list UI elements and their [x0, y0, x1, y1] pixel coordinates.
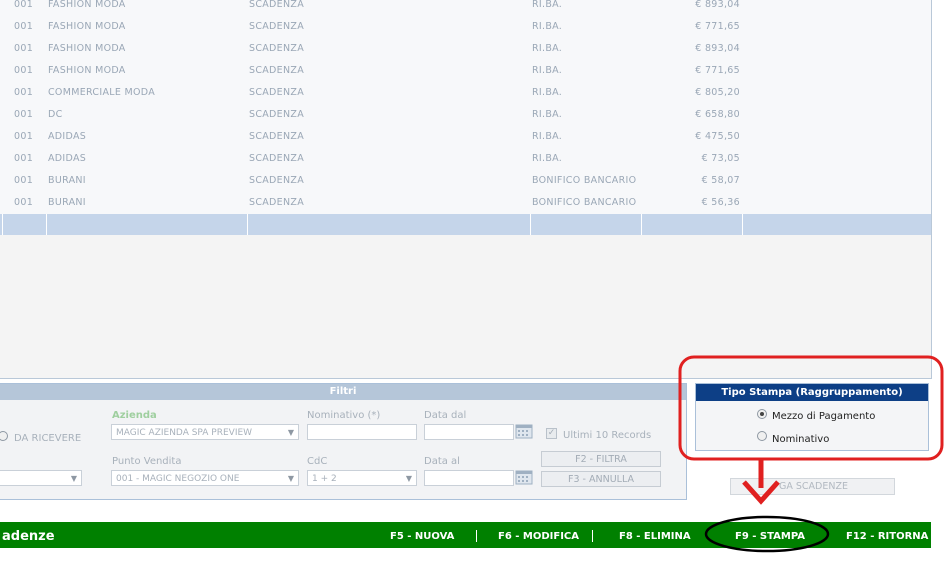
annotation-overlay: [678, 355, 944, 553]
red-highlight-box: [678, 355, 944, 461]
black-highlight-ellipse: [704, 515, 830, 553]
